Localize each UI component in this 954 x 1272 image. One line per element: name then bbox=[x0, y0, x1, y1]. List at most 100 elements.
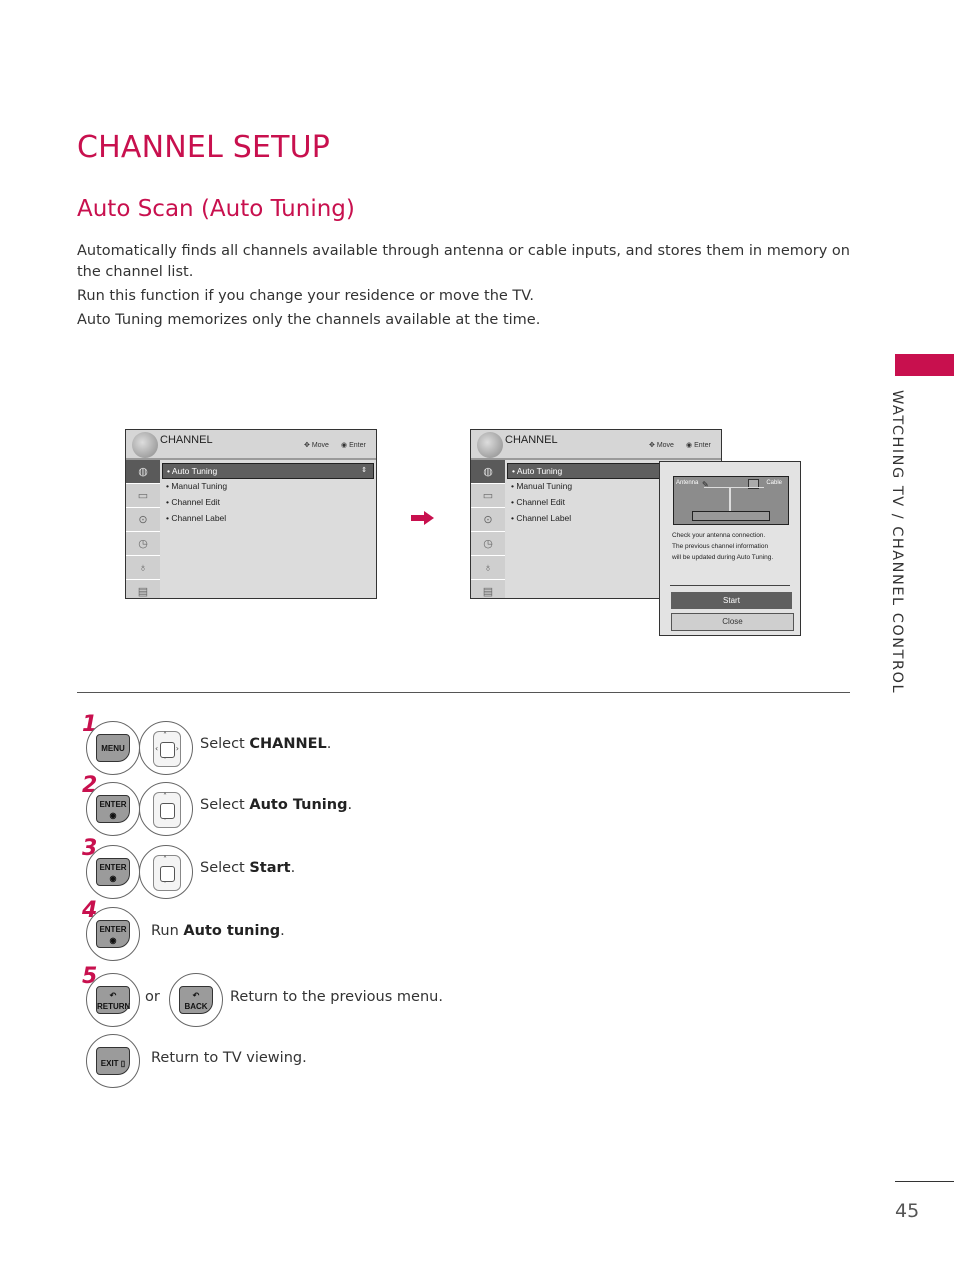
remote-button-circle: ↶ RETURN bbox=[86, 973, 140, 1027]
ok-button[interactable] bbox=[160, 803, 175, 819]
step-instruction: Select CHANNEL. bbox=[200, 736, 332, 752]
audio-icon[interactable]: ⊙ bbox=[471, 508, 505, 532]
remote-button-circle: EXIT ▯ bbox=[86, 1034, 140, 1088]
menu-item-channel-label[interactable]: • Channel Label bbox=[162, 511, 226, 525]
time-icon[interactable]: ◷ bbox=[126, 532, 160, 556]
menu-header: CHANNEL ✥ Move ◉ Enter bbox=[471, 430, 721, 460]
channel-menu-screen: CHANNEL ✥ Move ◉ Enter ◍ ▭ ⊙ ◷ ♁ ▤ • Aut… bbox=[125, 429, 377, 604]
remote-button-circle: ENTER ◉ bbox=[86, 782, 140, 836]
ok-button[interactable] bbox=[160, 742, 175, 758]
picture-icon[interactable]: ▭ bbox=[471, 484, 505, 508]
menu-item-channel-label[interactable]: • Channel Label bbox=[507, 511, 571, 525]
enter-key[interactable]: ENTER ◉ bbox=[96, 858, 130, 886]
enter-dot-icon: ◉ bbox=[109, 874, 117, 883]
divider bbox=[670, 585, 790, 586]
dialog-message: Check your antenna connection. bbox=[672, 532, 766, 539]
remote-button-circle: ˄ ˅ bbox=[139, 782, 193, 836]
remote-button-circle: MENU bbox=[86, 721, 140, 775]
audio-icon[interactable]: ⊙ bbox=[126, 508, 160, 532]
option-icon[interactable]: ▤ bbox=[126, 580, 160, 604]
menu-header: CHANNEL ✥ Move ◉ Enter bbox=[126, 430, 376, 460]
up-arrow-icon: ˄ bbox=[163, 855, 167, 864]
channel-icon[interactable]: ◍ bbox=[126, 460, 160, 484]
menu-item-manual-tuning[interactable]: • Manual Tuning bbox=[162, 479, 227, 493]
description-paragraph: Run this function if you change your res… bbox=[77, 288, 534, 304]
up-arrow-icon: ˄ bbox=[163, 792, 167, 801]
description-paragraph: Auto Tuning memorizes only the channels … bbox=[77, 312, 541, 328]
antenna-cable-diagram: Antenna ✎ Cable bbox=[673, 476, 789, 525]
enter-hint: ◉ Enter bbox=[686, 442, 711, 449]
up-arrow-icon: ˄ bbox=[163, 731, 167, 740]
ok-button[interactable] bbox=[160, 866, 175, 882]
right-arrow-icon: › bbox=[175, 744, 179, 753]
section-title: Auto Scan (Auto Tuning) bbox=[77, 196, 355, 222]
enter-key[interactable]: ENTER ◉ bbox=[96, 920, 130, 948]
antenna-label: Antenna bbox=[676, 480, 699, 486]
down-arrow-icon: ˅ bbox=[163, 880, 167, 889]
channel-icon[interactable]: ◍ bbox=[471, 460, 505, 484]
footer-rule bbox=[895, 1181, 954, 1182]
option-icon[interactable]: ▤ bbox=[471, 580, 505, 604]
menu-title: CHANNEL bbox=[505, 434, 558, 446]
navigation-pad[interactable]: ˄ ˅ bbox=[153, 855, 181, 891]
enter-dot-icon: ◉ bbox=[109, 936, 117, 945]
cable-wire bbox=[704, 487, 764, 488]
enter-dot-icon: ◉ bbox=[686, 442, 695, 449]
back-key[interactable]: ↶ BACK bbox=[179, 986, 213, 1014]
menu-sidebar: ◍ ▭ ⊙ ◷ ♁ ▤ bbox=[471, 460, 505, 604]
picture-icon[interactable]: ▭ bbox=[126, 484, 160, 508]
move-hint: ✥ Move bbox=[649, 442, 674, 449]
exit-key[interactable]: EXIT ▯ bbox=[96, 1047, 130, 1075]
menu-item-channel-edit[interactable]: • Channel Edit bbox=[162, 495, 220, 509]
remote-button-circle: ENTER ◉ bbox=[86, 907, 140, 961]
menu-item-channel-edit[interactable]: • Channel Edit bbox=[507, 495, 565, 509]
page-number: 45 bbox=[895, 1200, 920, 1222]
close-button[interactable]: Close bbox=[671, 613, 794, 631]
auto-tuning-dialog: Antenna ✎ Cable Check your antenna conne… bbox=[659, 461, 801, 636]
tv-input-bar bbox=[692, 511, 770, 521]
chapter-label: WATCHING TV / CHANNEL CONTROL bbox=[889, 390, 905, 695]
enter-key[interactable]: ENTER ◉ bbox=[96, 795, 130, 823]
menu-sidebar: ◍ ▭ ⊙ ◷ ♁ ▤ bbox=[126, 460, 160, 604]
menu-title: CHANNEL bbox=[160, 434, 213, 446]
satellite-dish-icon bbox=[477, 432, 503, 458]
enter-dot-icon: ◉ bbox=[109, 811, 117, 820]
navigation-pad[interactable]: ˄ ˅ bbox=[153, 792, 181, 828]
remote-button-circle: ENTER ◉ bbox=[86, 845, 140, 899]
chapter-tab-marker bbox=[895, 354, 954, 376]
cable-wire bbox=[729, 487, 731, 511]
time-icon[interactable]: ◷ bbox=[471, 532, 505, 556]
step-instruction: Return to TV viewing. bbox=[151, 1050, 307, 1066]
move-arrows-icon: ✥ bbox=[304, 442, 312, 449]
remote-button-circle: ˄ ˅ ‹ › bbox=[139, 721, 193, 775]
down-arrow-icon: ˅ bbox=[163, 817, 167, 826]
lock-icon[interactable]: ♁ bbox=[126, 556, 160, 580]
menu-key[interactable]: MENU bbox=[96, 734, 130, 762]
right-arrow-icon bbox=[411, 511, 434, 525]
satellite-dish-icon bbox=[132, 432, 158, 458]
step-instruction: Select Start. bbox=[200, 860, 296, 876]
step-instruction: Return to the previous menu. bbox=[230, 989, 443, 1005]
menu-item-auto-tuning[interactable]: • Auto Tuning ⇕ bbox=[162, 463, 374, 479]
move-arrows-icon: ✥ bbox=[649, 442, 657, 449]
enter-dot-icon: ◉ bbox=[341, 442, 350, 449]
description-paragraph: Automatically finds all channels availab… bbox=[77, 243, 850, 280]
move-hint: ✥ Move bbox=[304, 442, 329, 449]
step-instruction: Run Auto tuning. bbox=[151, 923, 285, 939]
start-button[interactable]: Start bbox=[671, 592, 792, 609]
lock-icon[interactable]: ♁ bbox=[471, 556, 505, 580]
return-key[interactable]: ↶ RETURN bbox=[96, 986, 130, 1014]
dialog-message: will be updated during Auto Tuning. bbox=[672, 554, 774, 561]
exit-door-icon: ▯ bbox=[120, 1059, 126, 1068]
enter-hint: ◉ Enter bbox=[341, 442, 366, 449]
navigation-pad[interactable]: ˄ ˅ ‹ › bbox=[153, 731, 181, 767]
return-arrow-icon: ↶ bbox=[109, 991, 117, 1000]
or-label: or bbox=[145, 989, 160, 1005]
step-instruction: Select Auto Tuning. bbox=[200, 797, 353, 813]
page-title: CHANNEL SETUP bbox=[77, 130, 331, 165]
menu-item-manual-tuning[interactable]: • Manual Tuning bbox=[507, 479, 572, 493]
scroll-arrows-icon: ⇕ bbox=[361, 467, 367, 474]
down-arrow-icon: ˅ bbox=[163, 756, 167, 765]
remote-button-circle: ↶ BACK bbox=[169, 973, 223, 1027]
dialog-message: The previous channel information bbox=[672, 543, 769, 550]
